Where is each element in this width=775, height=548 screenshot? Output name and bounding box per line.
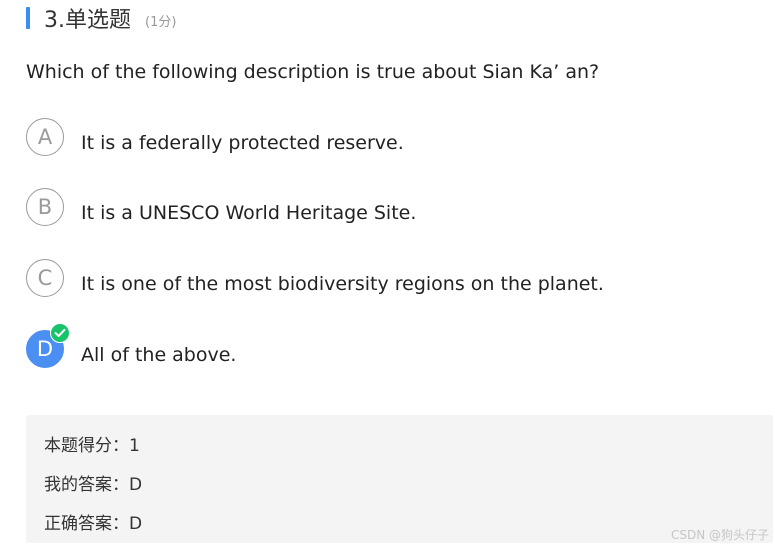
option-a-letter[interactable]: A: [26, 118, 64, 156]
score-row: 本题得分：1: [44, 431, 140, 456]
option-c[interactable]: C It is one of the most biodiversity reg…: [26, 259, 726, 299]
quiz-page: 3.单选题 (1分) Which of the following descri…: [0, 0, 775, 548]
option-b-text: It is a UNESCO World Heritage Site.: [81, 202, 417, 224]
my-answer-value: D: [129, 475, 143, 495]
question-score: (1分): [145, 14, 177, 30]
correct-answer-value: D: [129, 514, 143, 534]
check-circle-icon: [50, 323, 70, 343]
question-header: 3.单选题 (1分): [26, 4, 177, 33]
my-answer-label: 我的答案：: [44, 475, 129, 495]
score-label: 本题得分：: [44, 436, 129, 456]
correct-answer-row: 正确答案：D: [44, 509, 142, 534]
question-type-title: 3.单选题: [44, 8, 131, 33]
result-panel: 本题得分：1 我的答案：D 正确答案：D: [26, 415, 773, 543]
option-c-letter[interactable]: C: [26, 259, 64, 297]
option-a-text: It is a federally protected reserve.: [81, 132, 404, 154]
option-b-letter[interactable]: B: [26, 188, 64, 226]
score-value: 1: [129, 436, 140, 456]
question-text: Which of the following description is tr…: [26, 61, 600, 83]
option-c-text: It is one of the most biodiversity regio…: [81, 273, 604, 295]
correct-answer-label: 正确答案：: [44, 514, 129, 534]
watermark: CSDN @狗头仔子: [670, 528, 769, 542]
option-d-text: All of the above.: [81, 344, 237, 366]
option-d[interactable]: D All of the above.: [26, 323, 726, 370]
my-answer-row: 我的答案：D: [44, 470, 142, 495]
header-accent-bar: [26, 7, 30, 29]
option-b[interactable]: B It is a UNESCO World Heritage Site.: [26, 188, 726, 228]
option-a[interactable]: A It is a federally protected reserve.: [26, 118, 726, 158]
